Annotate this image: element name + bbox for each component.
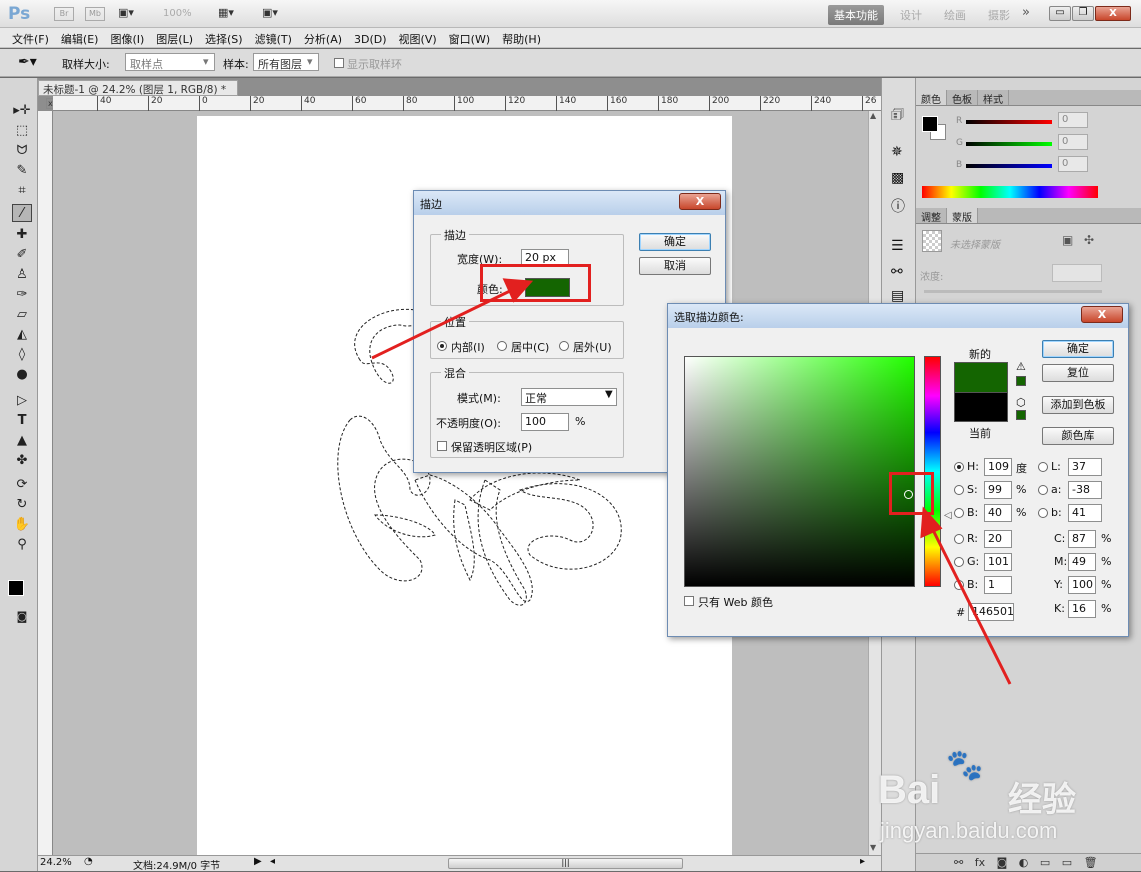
annotation-arrows (371, 278, 1012, 685)
watermark-brand-2: 经验 (1008, 780, 1076, 820)
paw-logo-icon: 🐾 (946, 748, 984, 783)
panel-foreground-swatch[interactable] (922, 116, 938, 132)
watermark-brand: Bai (878, 768, 941, 812)
watermark-url: jingyan.baidu.com (880, 818, 1058, 843)
